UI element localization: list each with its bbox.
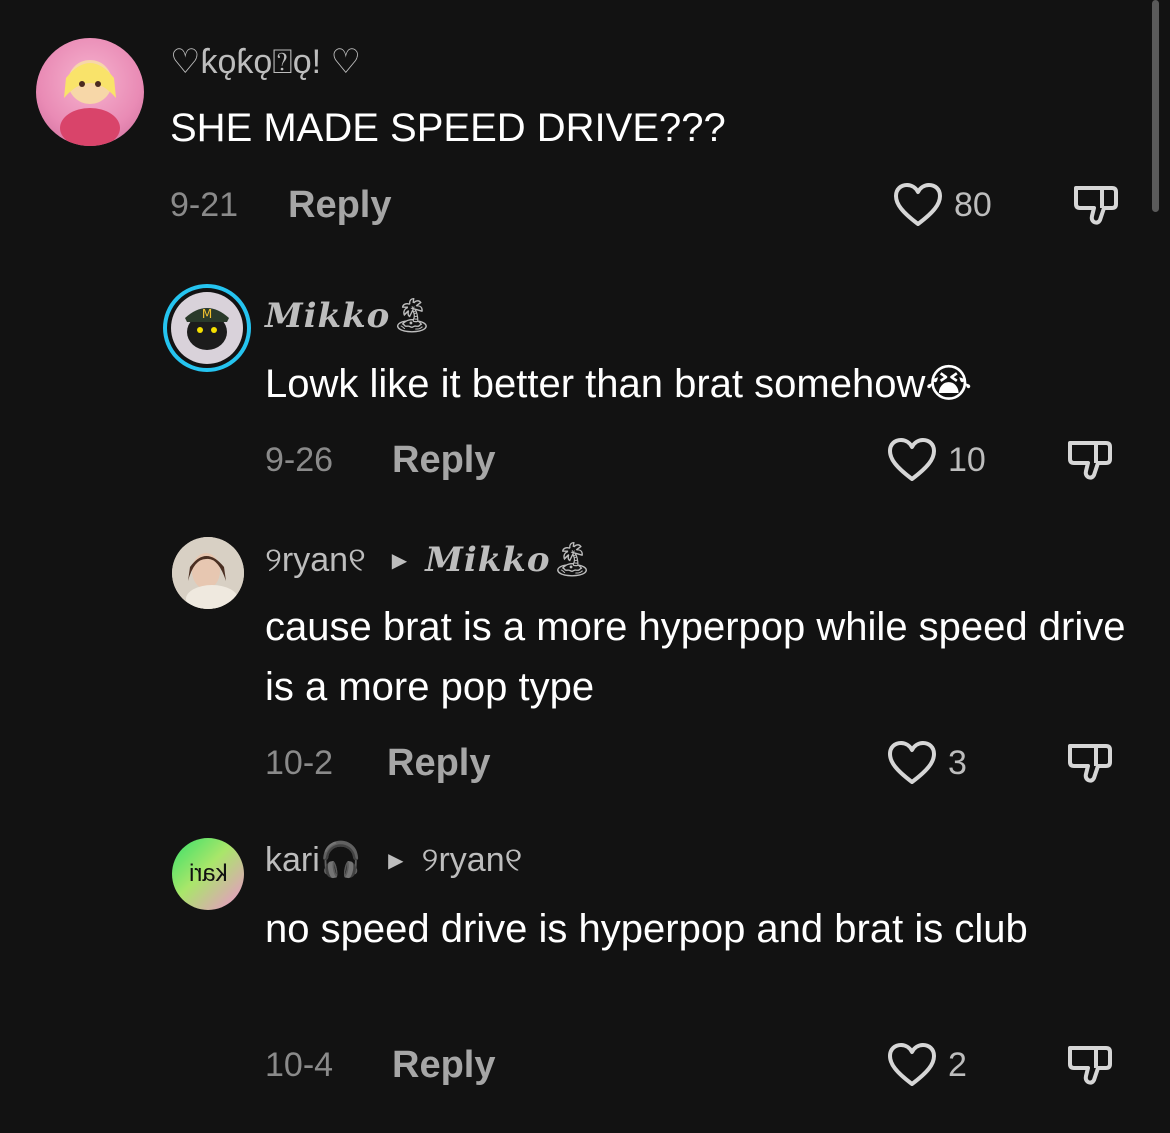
heart-outline-icon [888, 1043, 936, 1086]
avatar-image [172, 537, 244, 609]
like-count: 3 [948, 743, 967, 782]
like-count: 80 [954, 185, 992, 224]
comment-text: cause brat is a more hyperpop while spee… [265, 605, 1126, 709]
comment-username[interactable]: kari 🎧 ▶ ୨ryan୧ [265, 838, 522, 882]
avatar-image: M [171, 292, 243, 364]
reply-to-emoji: 🏝 [550, 541, 594, 579]
like-button[interactable]: 3 [886, 738, 967, 788]
reply-to-username[interactable]: ୨ryan୧ [422, 841, 523, 880]
heart-outline-icon [888, 438, 936, 481]
comment-username[interactable]: ୨ryan୧ ▶ Mikko 🏝 [265, 538, 594, 582]
arrow-right-icon: ▶ [388, 849, 404, 872]
dislike-button[interactable] [1066, 1040, 1114, 1088]
dislike-button[interactable] [1066, 435, 1114, 483]
reply-button[interactable]: Reply [387, 742, 490, 785]
comment-text: Lowk like it better than brat somehow😭 [265, 354, 1145, 414]
scrollbar[interactable] [1152, 0, 1159, 212]
comment-date: 10-4 [265, 1045, 334, 1084]
name-emoji: 🎧 [319, 841, 363, 879]
avatar[interactable] [172, 537, 244, 609]
username-text: ୨ryan୧ [265, 540, 366, 579]
reply-button[interactable]: Reply [288, 184, 391, 227]
heart-outline-icon [888, 741, 936, 784]
name-emoji: 🏝 [390, 297, 434, 335]
dislike-button[interactable] [1066, 738, 1114, 786]
comment-username[interactable]: Mikko 🏝 [265, 294, 434, 338]
username-text: kari [265, 840, 320, 879]
comment-date: 9-21 [170, 185, 239, 224]
thumbs-down-icon [1068, 744, 1112, 783]
avatar[interactable]: kari [172, 838, 244, 910]
comment-date: 9-26 [265, 440, 334, 479]
like-button[interactable]: 10 [886, 435, 986, 485]
thumbs-down-icon [1068, 441, 1112, 480]
username-text: ♡ƙǫƙǫ⍰ǫ! ♡ [170, 43, 361, 81]
thumbs-down-icon [1074, 186, 1118, 225]
like-button[interactable]: 2 [886, 1040, 967, 1090]
comment-meta: 10-4 Reply [265, 1040, 495, 1090]
arrow-right-icon: ▶ [391, 549, 408, 572]
avatar-image [60, 60, 120, 146]
reply-button[interactable]: Reply [392, 1044, 495, 1087]
comment-text: no speed drive is hyperpop and brat is c… [265, 907, 1028, 951]
comment-text: SHE MADE SPEED DRIVE??? [170, 106, 726, 150]
like-button[interactable]: 80 [892, 180, 992, 230]
dislike-button[interactable] [1072, 180, 1120, 228]
svg-text:M: M [202, 307, 212, 321]
comment-date: 10-2 [265, 743, 334, 782]
reply-to-username[interactable]: Mikko [425, 540, 550, 580]
username-text: Mikko [265, 296, 391, 336]
avatar[interactable] [36, 38, 144, 146]
avatar[interactable]: M [163, 284, 251, 372]
heart-outline-icon [894, 183, 942, 226]
avatar-text: kari [188, 860, 228, 887]
like-count: 2 [948, 1045, 967, 1084]
comment-meta: 9-21 Reply [170, 180, 391, 230]
comment-meta: 10-2 Reply [265, 738, 490, 788]
comment-text-content: Lowk like it better than brat somehow [265, 362, 926, 406]
comment-meta: 9-26 Reply [265, 435, 495, 485]
thumbs-down-icon [1068, 1046, 1112, 1085]
comment-username[interactable]: ♡ƙǫƙǫ⍰ǫ! ♡ [170, 40, 361, 84]
like-count: 10 [948, 440, 986, 479]
text-emoji: 😭 [925, 362, 973, 406]
reply-button[interactable]: Reply [392, 439, 495, 482]
